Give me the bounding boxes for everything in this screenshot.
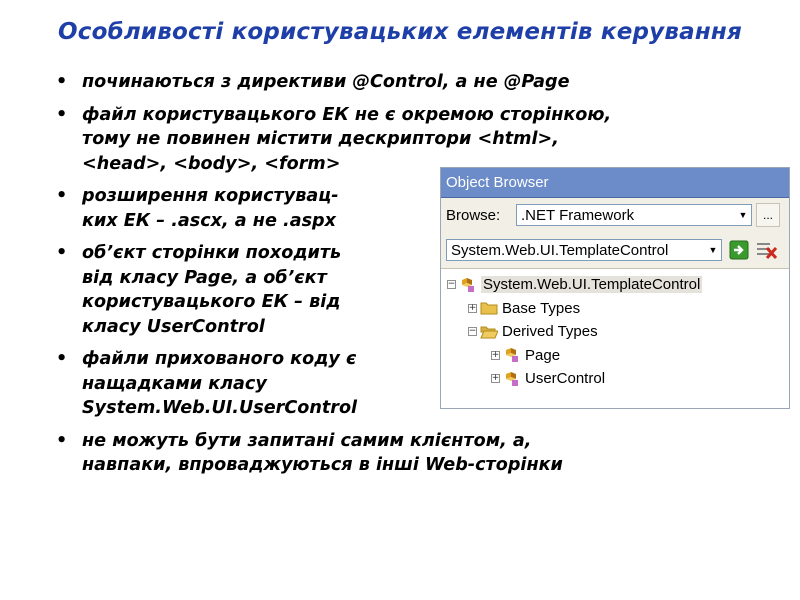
- browse-combo[interactable]: .NET Framework ▼: [516, 204, 752, 226]
- go-button[interactable]: [728, 239, 750, 261]
- expand-icon[interactable]: +: [491, 374, 500, 384]
- class-icon: [503, 347, 521, 363]
- bullet-2: файл користувацького ЕК не є окремою сто…: [56, 103, 756, 177]
- tree-node-templatecontrol[interactable]: − System.Web.UI.TemplateControl: [441, 273, 789, 297]
- path-value: System.Web.UI.TemplateControl: [451, 241, 669, 259]
- tree-node-label: Page: [525, 346, 561, 364]
- bullet-line: тому не повинен містити дескриптори <htm…: [82, 129, 559, 149]
- tree-node-label: UserControl: [525, 370, 606, 388]
- tree-node-label: Derived Types: [502, 323, 598, 341]
- delete-list-icon: [757, 243, 778, 260]
- class-icon: [503, 371, 521, 387]
- bullet-6: не можуть бути запитані самим клієнтом, …: [56, 429, 756, 478]
- bullet-line: починаються з директиви @Control, а не @…: [82, 72, 570, 92]
- browse-label: Browse:: [446, 206, 501, 224]
- collapse-icon[interactable]: −: [447, 280, 456, 290]
- class-icon: [459, 277, 477, 293]
- type-tree: − System.Web.UI.TemplateControl + Base T…: [441, 269, 789, 391]
- expand-icon[interactable]: +: [491, 350, 500, 360]
- go-arrow-icon: [729, 240, 749, 260]
- clear-search-button[interactable]: [756, 239, 778, 261]
- bullet-1: починаються з директиви @Control, а не @…: [56, 70, 756, 95]
- tree-node-label: System.Web.UI.TemplateControl: [481, 276, 703, 294]
- expand-icon[interactable]: +: [468, 303, 477, 313]
- slide-title: Особливості користувацьких елементів кер…: [57, 19, 742, 45]
- bullet-line: навпаки, впроваджуються в інші Web-сторі…: [82, 455, 563, 475]
- tree-node-base-types[interactable]: + Base Types: [441, 297, 789, 321]
- folder-open-icon: [480, 324, 498, 340]
- browse-more-button[interactable]: ...: [756, 203, 780, 227]
- browse-value: .NET Framework: [521, 206, 635, 224]
- chevron-down-icon[interactable]: ▼: [735, 205, 751, 225]
- tree-node-page[interactable]: + Page: [441, 344, 789, 368]
- collapse-icon[interactable]: −: [468, 327, 477, 337]
- folder-icon: [480, 300, 498, 316]
- object-browser-titlebar: Object Browser: [441, 168, 789, 198]
- bullet-line: не можуть бути запитані самим клієнтом, …: [82, 430, 532, 451]
- chevron-down-icon[interactable]: ▼: [705, 240, 721, 260]
- path-combo[interactable]: System.Web.UI.TemplateControl ▼: [446, 239, 722, 261]
- search-toolbar: System.Web.UI.TemplateControl ▼: [441, 232, 789, 269]
- tree-node-derived-types[interactable]: − Derived Types: [441, 320, 789, 344]
- tree-node-usercontrol[interactable]: + UserControl: [441, 367, 789, 391]
- bullet-line: файл користувацького ЕК не є окремою сто…: [82, 104, 612, 125]
- object-browser-window: Object Browser Browse: .NET Framework ▼ …: [440, 167, 790, 409]
- tree-node-label: Base Types: [502, 299, 581, 317]
- browse-toolbar: Browse: .NET Framework ▼ ...: [441, 198, 789, 232]
